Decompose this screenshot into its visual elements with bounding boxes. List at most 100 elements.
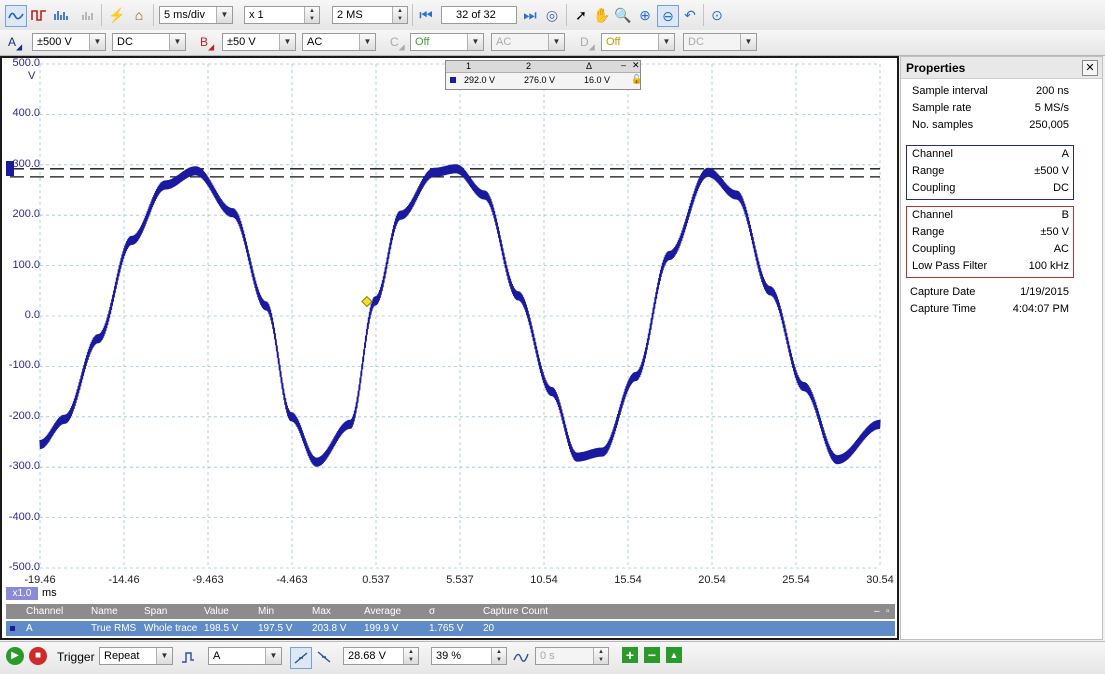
chevron-down-icon: ▼ xyxy=(156,648,172,664)
samples-value: 2 MS xyxy=(337,9,363,21)
chevron-down-icon: ▼ xyxy=(265,648,281,664)
prop-key: Capture Time xyxy=(910,303,977,315)
stop-icon[interactable]: ■ xyxy=(29,647,47,665)
pretrigger-stepper[interactable]: 39 % ▲ ▼ xyxy=(431,647,507,665)
channel-d-options-button[interactable]: D◢ xyxy=(580,35,595,51)
prop-key: Capture Date xyxy=(910,286,976,298)
prop-value: 5 MS/s xyxy=(1034,102,1069,114)
rising-edge-icon[interactable] xyxy=(290,647,312,669)
auto-setup-icon[interactable] xyxy=(79,5,99,25)
channel-b-coupling-select[interactable]: AC ▼ xyxy=(302,33,376,51)
timebase-select[interactable]: 5 ms/div ▼ xyxy=(159,6,233,24)
x-tick-label: 25.54 xyxy=(782,574,810,586)
channel-d-coupling-select[interactable]: DC ▼ xyxy=(683,33,757,51)
bottom-toolbar: ▶ ■ Trigger Repeat ▼ A ▼ 28.68 V ▲ ▼ 39 % ▲ ▼ … xyxy=(0,641,1105,674)
col-average: Average xyxy=(364,606,402,617)
trigger-source-select[interactable]: A ▼ xyxy=(208,647,282,665)
prop-key: Coupling xyxy=(912,243,956,255)
table-row[interactable]: A True RMS Whole trace 198.5 V 197.5 V 2… xyxy=(6,621,895,636)
channel-d-range-select[interactable]: Off ▼ xyxy=(601,33,675,51)
undo-zoom-icon[interactable]: ↶ xyxy=(680,5,700,25)
prop-a-range: Range ±500 V xyxy=(901,165,1102,182)
x-tick-label: 30.54 xyxy=(866,574,894,586)
first-buffer-icon[interactable]: ⏮ xyxy=(416,5,436,25)
start-icon[interactable]: ▶ xyxy=(6,647,24,665)
cell-max: 203.8 V xyxy=(312,623,347,634)
cell-average: 199.9 V xyxy=(364,623,399,634)
channel-c-range-select[interactable]: Off ▼ xyxy=(410,33,484,51)
channel-a-label: A xyxy=(8,35,17,49)
chevron-down-icon: ▼ xyxy=(359,34,375,50)
spectrum-mode-icon[interactable] xyxy=(51,5,71,25)
channel-a-swatch xyxy=(10,626,15,631)
zoom-area-icon[interactable]: 🔍 xyxy=(613,5,633,25)
post-trigger-delay-icon[interactable] xyxy=(511,647,531,667)
channel-c-options-button[interactable]: C◢ xyxy=(390,35,405,51)
chevron-down-icon: ▼ xyxy=(89,34,105,50)
trigger-level: 28.68 V xyxy=(348,650,386,662)
prop-key: Range xyxy=(912,165,945,177)
edit-measurement-icon[interactable]: ▲ xyxy=(666,647,682,663)
zoom-in-icon[interactable]: ⊕ xyxy=(635,5,655,25)
channel-c-coupling-select[interactable]: AC ▼ xyxy=(491,33,565,51)
prop-value: AC xyxy=(1053,243,1069,255)
channel-a-options-button[interactable]: A◢ xyxy=(8,35,22,51)
x-tick-label: -14.46 xyxy=(108,574,140,586)
zoom-overview-icon[interactable]: ⊙ xyxy=(707,5,727,25)
ruler-table[interactable]: 1 2 Δ – ✕ 292.0 V 276.0 V 16.0 V 🔓 xyxy=(445,60,642,90)
properties-panel: Properties ✕ Sample interval 200 ns Sampl… xyxy=(900,56,1103,640)
channel-b-options-button[interactable]: B◢ xyxy=(200,35,214,51)
scope-view[interactable]: 500.0 400.0 300.0 200.0 100.0 0.0 -100.0 -200.0… xyxy=(0,56,899,640)
next-buffer-icon[interactable]: ⏭ xyxy=(520,5,540,25)
channel-b-label: B xyxy=(200,35,209,49)
scope-mode-icon[interactable] xyxy=(5,5,27,27)
x-tick-label: 20.54 xyxy=(698,574,726,586)
minimize-icon[interactable]: – xyxy=(874,604,880,619)
persistence-mode-icon[interactable] xyxy=(29,5,49,25)
zoom-stepper[interactable]: x 1 ▲ ▼ xyxy=(244,6,320,24)
channel-b-range-select[interactable]: ±50 V ▼ xyxy=(222,33,296,51)
add-measurement-icon[interactable]: + xyxy=(622,647,638,663)
ruler-table-header: 1 2 Δ – ✕ xyxy=(446,60,640,73)
lock-icon[interactable]: 🔓 xyxy=(631,74,642,85)
samples-stepper[interactable]: 2 MS ▲ ▼ xyxy=(332,6,408,24)
x-tick-label: 0.537 xyxy=(362,574,390,586)
remove-measurement-icon[interactable]: − xyxy=(644,647,660,663)
signal-generator-icon[interactable]: ⚡ xyxy=(107,5,127,25)
zoom-out-icon[interactable]: ⊖ xyxy=(657,5,679,27)
advanced-trigger-icon[interactable] xyxy=(178,647,198,667)
scope-plot[interactable] xyxy=(2,58,897,638)
y-tick-label: 500.0 xyxy=(12,57,40,69)
x-tick-label: -9.463 xyxy=(192,574,224,586)
chevron-down-icon: ▼ xyxy=(216,7,232,23)
prop-key: Range xyxy=(912,226,945,238)
channel-a-range-select[interactable]: ±500 V ▼ xyxy=(32,33,106,51)
x-tick-label: 15.54 xyxy=(614,574,642,586)
prop-a-channel: Channel A xyxy=(901,148,1102,165)
close-icon[interactable]: ✕ xyxy=(1082,60,1098,76)
close-icon[interactable]: ✕ xyxy=(632,60,640,71)
cell-channel: A xyxy=(26,623,33,634)
prop-sample-interval: Sample interval 200 ns xyxy=(901,85,1102,102)
delay-stepper[interactable]: 0 s ▲ ▼ xyxy=(535,647,609,665)
channel-a-coupling-select[interactable]: DC ▼ xyxy=(112,33,186,51)
maximize-icon[interactable]: ▫ xyxy=(886,604,890,619)
falling-edge-icon[interactable] xyxy=(314,647,334,667)
y-tick-label: -400.0 xyxy=(8,510,40,523)
select-tool-icon[interactable]: ➚ xyxy=(571,5,591,25)
buffer-position-field[interactable]: 32 of 32 xyxy=(441,6,517,24)
hand-tool-icon[interactable]: ✋ xyxy=(592,5,612,25)
trigger-mode-select[interactable]: Repeat ▼ xyxy=(99,647,173,665)
cell-value: 198.5 V xyxy=(204,623,239,634)
cell-sigma: 1.765 V xyxy=(429,623,464,634)
col-sigma: σ xyxy=(429,606,436,617)
buffer-navigator-icon[interactable]: ◎ xyxy=(542,5,562,25)
chevron-down-icon: ▼ xyxy=(548,34,564,50)
minimize-icon[interactable]: – xyxy=(621,60,626,70)
channel-c-range: Off xyxy=(415,36,430,48)
home-icon[interactable]: ⌂ xyxy=(129,5,149,25)
trigger-level-stepper[interactable]: 28.68 V ▲ ▼ xyxy=(343,647,419,665)
col-span: Span xyxy=(144,606,168,617)
chevron-down-icon: ▼ xyxy=(467,34,483,50)
y-tick-label: 0.0 xyxy=(24,309,40,321)
